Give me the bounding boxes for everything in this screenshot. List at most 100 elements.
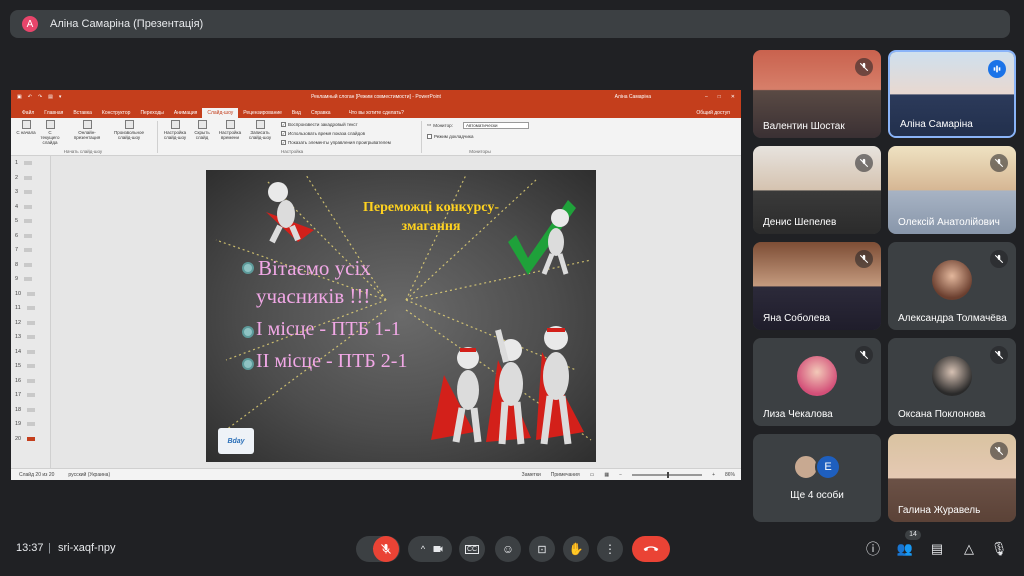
tab-transitions[interactable]: Переходы [135,108,168,118]
slide-thumbnail[interactable]: 20 [11,432,50,447]
online-present-button[interactable]: Онлайн-презентация [73,120,101,140]
participant-tile[interactable]: Аліна Самаріна [888,50,1016,138]
meeting-info-button[interactable]: ⓘ [864,540,882,558]
language-status[interactable]: русский (Украина) [68,472,110,478]
participant-tile[interactable]: Оксана Поклонова [888,338,1016,426]
tab-design[interactable]: Конструктор [97,108,136,118]
ribbon-separator [421,121,422,153]
reactions-button[interactable]: ☺ [495,536,521,562]
tell-me-search[interactable]: Что вы хотите сделать? [344,108,409,118]
minimize-icon[interactable]: – [705,94,708,100]
participant-name: Яна Соболева [763,313,831,324]
slide-mini-preview [27,291,36,296]
slide-thumbnail[interactable]: 3 [11,185,50,200]
narration-checkbox[interactable]: ✓ Воспроизвести закадровый текст [281,122,358,127]
slide-thumbnail[interactable]: 2 [11,171,50,186]
slide-thumbnail[interactable]: 1 [11,156,50,171]
activities-button[interactable]: △ [960,540,978,558]
info-icon: ⓘ [866,541,880,557]
close-icon[interactable]: ✕ [731,94,735,100]
monitor-select[interactable]: Автоматически [463,122,529,129]
chevron-up-icon[interactable]: ^ [421,544,425,554]
setup-show-button[interactable]: Настройка слайд-шоу [161,120,189,140]
slide-editing-canvas[interactable]: Переможці конкурсу-змагання Вітаємо усіх… [51,156,741,468]
slide-thumbnail[interactable]: 7 [11,243,50,258]
zoom-slider[interactable] [632,471,703,478]
presenter-bar[interactable]: A Аліна Самаріна (Презентація) [10,10,1010,38]
slide-thumbnail[interactable]: 14 [11,345,50,360]
slide-thumbnail[interactable]: 13 [11,330,50,345]
participant-tile[interactable]: Яна Соболева [753,242,881,330]
from-current-button[interactable]: С текущего слайда [39,120,61,145]
participant-tile[interactable]: E Ще 4 особи [753,434,881,522]
mic-off-icon [990,154,1008,172]
slide-thumbnail[interactable]: 5 [11,214,50,229]
slide-thumbnail[interactable]: 15 [11,359,50,374]
ppt-user: Аліна Самаріна [614,94,651,100]
raise-hand-button[interactable]: ✋ [563,536,589,562]
tab-animations[interactable]: Анимация [169,108,202,118]
share-button[interactable]: Общий доступ [691,108,735,118]
tab-slideshow[interactable]: Слайд-шоу [202,108,239,118]
slide-thumbnail[interactable]: 12 [11,316,50,331]
slide-thumbnail[interactable]: 8 [11,258,50,273]
leave-call-button[interactable] [632,536,670,562]
zoom-out-icon[interactable]: − [619,472,622,478]
slide-number: 3 [15,189,19,196]
rehearse-timings-button[interactable]: Настройка времени [217,120,243,140]
participant-tile[interactable]: Денис Шепелев [753,146,881,234]
custom-show-button[interactable]: Произвольное слайд-шоу [111,120,147,140]
host-controls-button[interactable]: 🎙 [990,540,1008,558]
slide-thumbnail[interactable]: 19 [11,417,50,432]
slide-thumbnail[interactable]: 18 [11,403,50,418]
record-show-button[interactable]: Записать слайд-шоу [245,120,275,140]
timings-checkbox[interactable]: ✓ Использовать время показа слайдов [281,131,365,136]
ppt-status-bar: Слайд 20 из 20 русский (Украина) Заметки… [11,468,741,480]
mic-toggle-button[interactable] [373,536,399,562]
ribbon-group-monitors: ▭ Монитор: Автоматически Режим докладчика… [425,120,535,154]
zoom-in-icon[interactable]: + [712,472,715,478]
presenter-view-checkbox[interactable]: Режим докладчика [427,134,473,139]
tab-view[interactable]: Вид [287,108,306,118]
current-slide[interactable]: Переможці конкурсу-змагання Вітаємо усіх… [206,170,596,462]
slide-mini-preview [24,233,33,238]
present-button[interactable]: ⊡ [529,536,555,562]
slide-thumbnail[interactable]: 11 [11,301,50,316]
more-options-button[interactable]: ⋮ [597,536,623,562]
notes-button[interactable]: Заметки [522,472,541,478]
tab-review[interactable]: Рецензирование [238,108,287,118]
slide-number: 2 [15,174,19,181]
slide-thumbnail-pane[interactable]: 1 2 3 4 5 6 7 8 9 10 11 12 13 14 15 16 17 18 19 20 [11,156,51,468]
tab-file[interactable]: Файл [17,108,39,118]
participant-name: Валентин Шостак [763,121,845,132]
slide-thumbnail[interactable]: 6 [11,229,50,244]
slide-thumbnail[interactable]: 10 [11,287,50,302]
tab-home[interactable]: Главная [39,108,68,118]
from-beginning-button[interactable]: С начала [15,120,37,135]
maximize-icon[interactable]: □ [718,94,721,100]
slide-thumbnail[interactable]: 16 [11,374,50,389]
comments-button[interactable]: Примечания [551,472,580,478]
sorter-view-icon[interactable]: ▦ [604,472,609,478]
tab-help[interactable]: Справка [306,108,336,118]
slide-thumbnail[interactable]: 9 [11,272,50,287]
participant-tile[interactable]: Олексій Анатолійович [888,146,1016,234]
participant-tile[interactable]: Валентин Шостак [753,50,881,138]
participant-tile[interactable]: Галина Журавель [888,434,1016,522]
hide-slide-button[interactable]: Скрыть слайд [191,120,213,140]
chat-button[interactable]: ▤ [928,540,946,558]
tab-insert[interactable]: Вставка [68,108,97,118]
media-controls-checkbox[interactable]: ✓ Показать элементы управления проигрыват… [281,140,391,145]
zoom-level[interactable]: 86% [725,472,735,478]
normal-view-icon[interactable]: ▭ [590,472,595,478]
slide-mini-preview [24,262,33,267]
slide-number: 4 [15,203,19,210]
slide-thumbnail[interactable]: 17 [11,388,50,403]
participant-tile[interactable]: Лиза Чекалова [753,338,881,426]
camera-control[interactable]: ^ [408,536,452,562]
people-button[interactable]: 👥 [896,540,914,558]
slide-thumbnail[interactable]: 4 [11,200,50,215]
captions-button[interactable]: CC [459,536,485,562]
participant-tile[interactable]: Александра Толмачёва [888,242,1016,330]
slide-mini-preview [27,393,36,398]
